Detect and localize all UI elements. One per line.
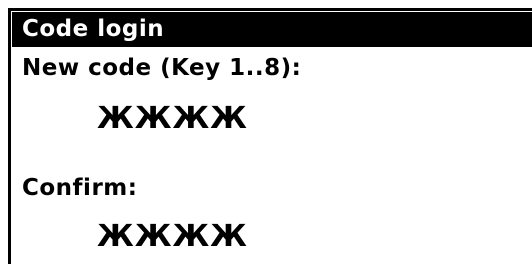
confirm-code-label: Confirm: — [22, 175, 138, 201]
code-login-screen: Code login New code (Key 1..8): ЖЖЖЖ Con… — [0, 0, 532, 264]
confirm-code-input[interactable]: ЖЖЖЖ — [97, 220, 248, 254]
new-code-label: New code (Key 1..8): — [22, 55, 302, 81]
new-code-input[interactable]: ЖЖЖЖ — [97, 102, 248, 136]
dialog-title: Code login — [22, 16, 165, 42]
